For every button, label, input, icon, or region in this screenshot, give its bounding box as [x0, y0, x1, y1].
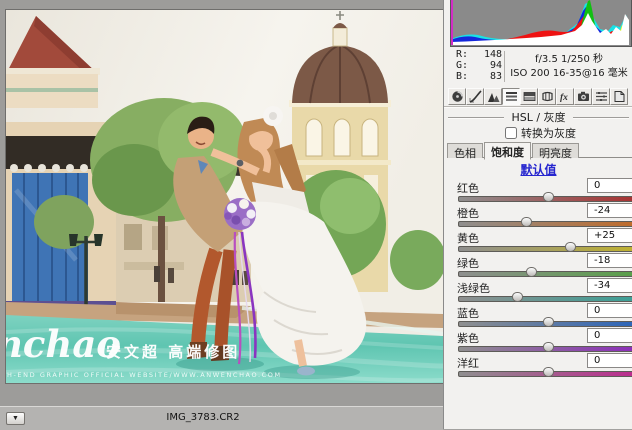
convert-to-grayscale-row: 转换为灰度: [444, 124, 632, 142]
slider-label: 橙色: [457, 205, 479, 221]
slider-track[interactable]: [458, 246, 632, 252]
slider-value-input[interactable]: [587, 253, 632, 268]
photo-preview: nchao 安文超 高端修图 H-END GRAPHIC OFFICIAL WE…: [6, 10, 443, 383]
slider-row-magenta: 洋红: [444, 355, 632, 380]
panel-title: HSL / 灰度: [448, 109, 629, 125]
slider-thumb[interactable]: [543, 367, 554, 377]
tab-hue[interactable]: 色相: [447, 143, 483, 158]
r-value: 148: [484, 49, 502, 60]
slider-label: 黄色: [457, 230, 479, 246]
slider-label: 红色: [457, 180, 479, 196]
slider-thumb[interactable]: [543, 317, 554, 327]
slider-value-input[interactable]: [587, 228, 632, 243]
split-toning-icon[interactable]: [520, 88, 538, 105]
defaults-row: 默认值: [444, 161, 632, 178]
image-canvas: nchao 安文超 高端修图 H-END GRAPHIC OFFICIAL WE…: [0, 0, 443, 429]
basic-panel-icon[interactable]: [448, 88, 466, 105]
tone-curve-icon[interactable]: [466, 88, 484, 105]
panel-divider: [444, 106, 632, 107]
readout-divider: [504, 51, 505, 82]
wedding-photo-illustration: [6, 10, 443, 383]
slider-label: 洋红: [457, 355, 479, 371]
slider-row-red: 红色: [444, 180, 632, 205]
g-label: G:: [456, 60, 468, 71]
histogram: [450, 0, 632, 47]
tab-luminance[interactable]: 明亮度: [532, 143, 579, 158]
slider-value-input[interactable]: [587, 353, 632, 368]
slider-value-input[interactable]: [587, 328, 632, 343]
hsl-tabs: 色相饱和度明亮度: [447, 141, 632, 158]
slider-value-input[interactable]: [587, 278, 632, 293]
slider-row-purple: 紫色: [444, 330, 632, 355]
tab-saturation[interactable]: 饱和度: [484, 142, 531, 160]
convert-to-grayscale-label: 转换为灰度: [521, 127, 576, 140]
convert-to-grayscale-checkbox-label[interactable]: 转换为灰度: [501, 127, 576, 140]
slider-track[interactable]: [458, 296, 632, 302]
exposure-info: f/3.5 1/250 秒: [508, 53, 630, 67]
slider-label: 浅绿色: [457, 280, 490, 296]
rgb-readout: R: 148 G: 94 B: 83: [456, 49, 502, 82]
slider-track[interactable]: [458, 221, 632, 227]
presets-icon[interactable]: [592, 88, 610, 105]
adjustments-panel: R: 148 G: 94 B: 83 f/3.5 1/250 秒 ISO 200 16…: [443, 0, 632, 429]
slider-row-aqua: 浅绿色: [444, 280, 632, 305]
iso-lens-info: ISO 200 16-35@16 毫米: [508, 67, 630, 81]
slider-track[interactable]: [458, 271, 632, 277]
filename-label: IMG_3783.CR2: [0, 412, 406, 423]
slider-row-blue: 蓝色: [444, 305, 632, 330]
slider-row-yellow: 黄色: [444, 230, 632, 255]
slider-value-input[interactable]: [587, 178, 632, 193]
exif-info: f/3.5 1/250 秒 ISO 200 16-35@16 毫米: [508, 53, 630, 81]
convert-to-grayscale-checkbox[interactable]: [505, 127, 517, 139]
status-bar: ▼ IMG_3783.CR2: [0, 406, 443, 430]
slider-thumb[interactable]: [565, 242, 576, 252]
slider-thumb[interactable]: [521, 217, 532, 227]
b-label: B:: [456, 71, 468, 82]
svg-text:fx: fx: [560, 93, 568, 103]
slider-row-orange: 橙色: [444, 205, 632, 230]
snapshots-icon[interactable]: [610, 88, 628, 105]
slider-label: 紫色: [457, 330, 479, 346]
detail-icon[interactable]: [484, 88, 502, 105]
g-value: 94: [490, 60, 502, 71]
defaults-link[interactable]: 默认值: [520, 163, 556, 177]
slider-label: 绿色: [457, 255, 479, 271]
hsl-grayscale-icon[interactable]: [502, 88, 520, 105]
slider-value-input[interactable]: [587, 203, 632, 218]
slider-thumb[interactable]: [543, 192, 554, 202]
slider-value-input[interactable]: [587, 303, 632, 318]
slider-row-green: 绿色: [444, 255, 632, 280]
b-value: 83: [490, 71, 502, 82]
camera-calibration-icon[interactable]: [574, 88, 592, 105]
slider-thumb[interactable]: [512, 292, 523, 302]
r-label: R:: [456, 49, 468, 60]
slider-label: 蓝色: [457, 305, 479, 321]
panel-tab-strip: fx: [448, 88, 630, 107]
effects-icon[interactable]: fx: [556, 88, 574, 105]
slider-thumb[interactable]: [543, 342, 554, 352]
lens-corrections-icon[interactable]: [538, 88, 556, 105]
